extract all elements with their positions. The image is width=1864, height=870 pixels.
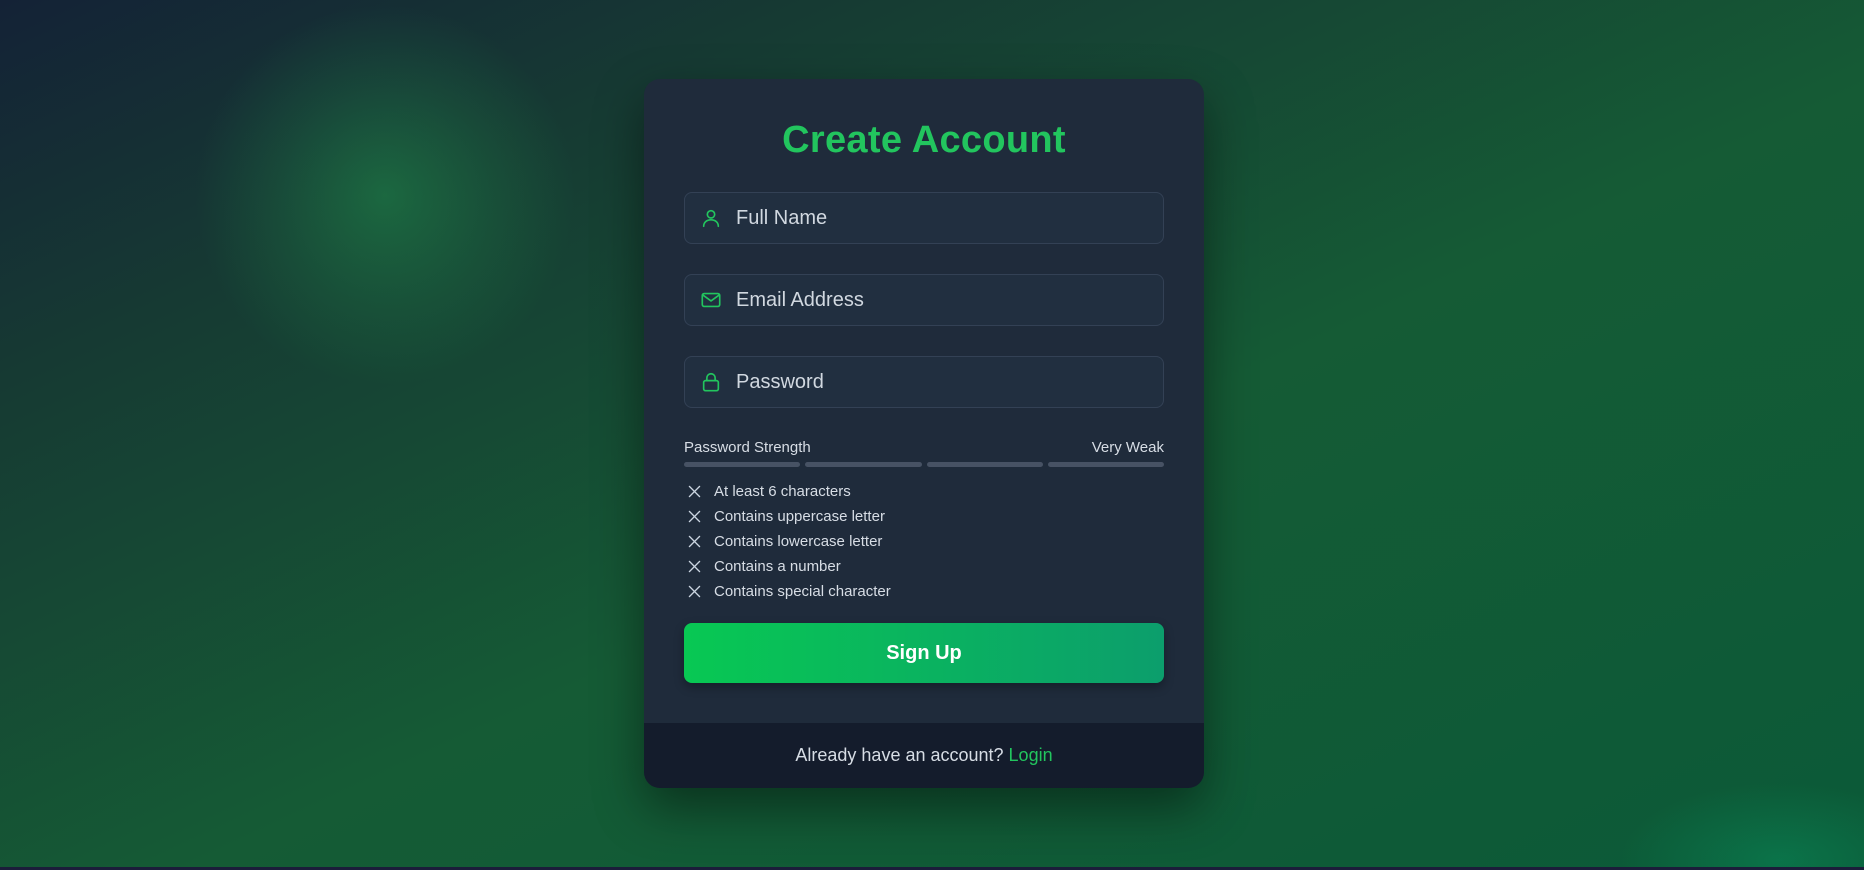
x-icon [687, 535, 701, 549]
email-field[interactable] [684, 274, 1164, 326]
requirement-item: At least 6 characters [684, 479, 1164, 504]
email-input[interactable] [736, 275, 1163, 325]
password-requirements: At least 6 characters Contains uppercase… [684, 479, 1164, 604]
x-icon [687, 585, 701, 599]
login-link[interactable]: Login [1009, 745, 1053, 766]
x-icon [687, 560, 701, 574]
strength-segment [1047, 462, 1164, 467]
requirement-label: Contains special character [714, 583, 891, 600]
password-strength-meter [684, 462, 1164, 467]
mail-icon [698, 287, 724, 313]
requirement-item: Contains uppercase letter [684, 504, 1164, 529]
user-icon [698, 205, 724, 231]
requirement-item: Contains lowercase letter [684, 529, 1164, 554]
x-icon [687, 485, 701, 499]
login-footer: Already have an account? Login [644, 723, 1204, 788]
requirement-item: Contains a number [684, 554, 1164, 579]
password-strength-level: Very Weak [1091, 439, 1164, 456]
requirement-label: Contains lowercase letter [714, 533, 883, 550]
x-icon [687, 510, 701, 524]
login-prompt: Already have an account? [795, 745, 1004, 765]
page-title: Create Account [782, 119, 1066, 161]
strength-segment [926, 462, 1043, 467]
strength-segment [684, 462, 801, 467]
password-strength-label: Password Strength [684, 439, 811, 456]
full-name-field[interactable] [684, 192, 1164, 244]
requirement-label: Contains uppercase letter [714, 508, 885, 525]
strength-segment [805, 462, 922, 467]
password-input[interactable] [736, 357, 1163, 407]
sign-up-button[interactable]: Sign Up [684, 623, 1164, 683]
requirement-label: At least 6 characters [714, 483, 851, 500]
requirement-item: Contains special character [684, 579, 1164, 604]
password-strength-header: Password Strength Very Weak [684, 439, 1164, 456]
password-field[interactable] [684, 356, 1164, 408]
lock-icon [698, 369, 724, 395]
requirement-label: Contains a number [714, 558, 841, 575]
full-name-input[interactable] [736, 193, 1163, 243]
signup-card: Create Account Password Streng [644, 79, 1204, 788]
